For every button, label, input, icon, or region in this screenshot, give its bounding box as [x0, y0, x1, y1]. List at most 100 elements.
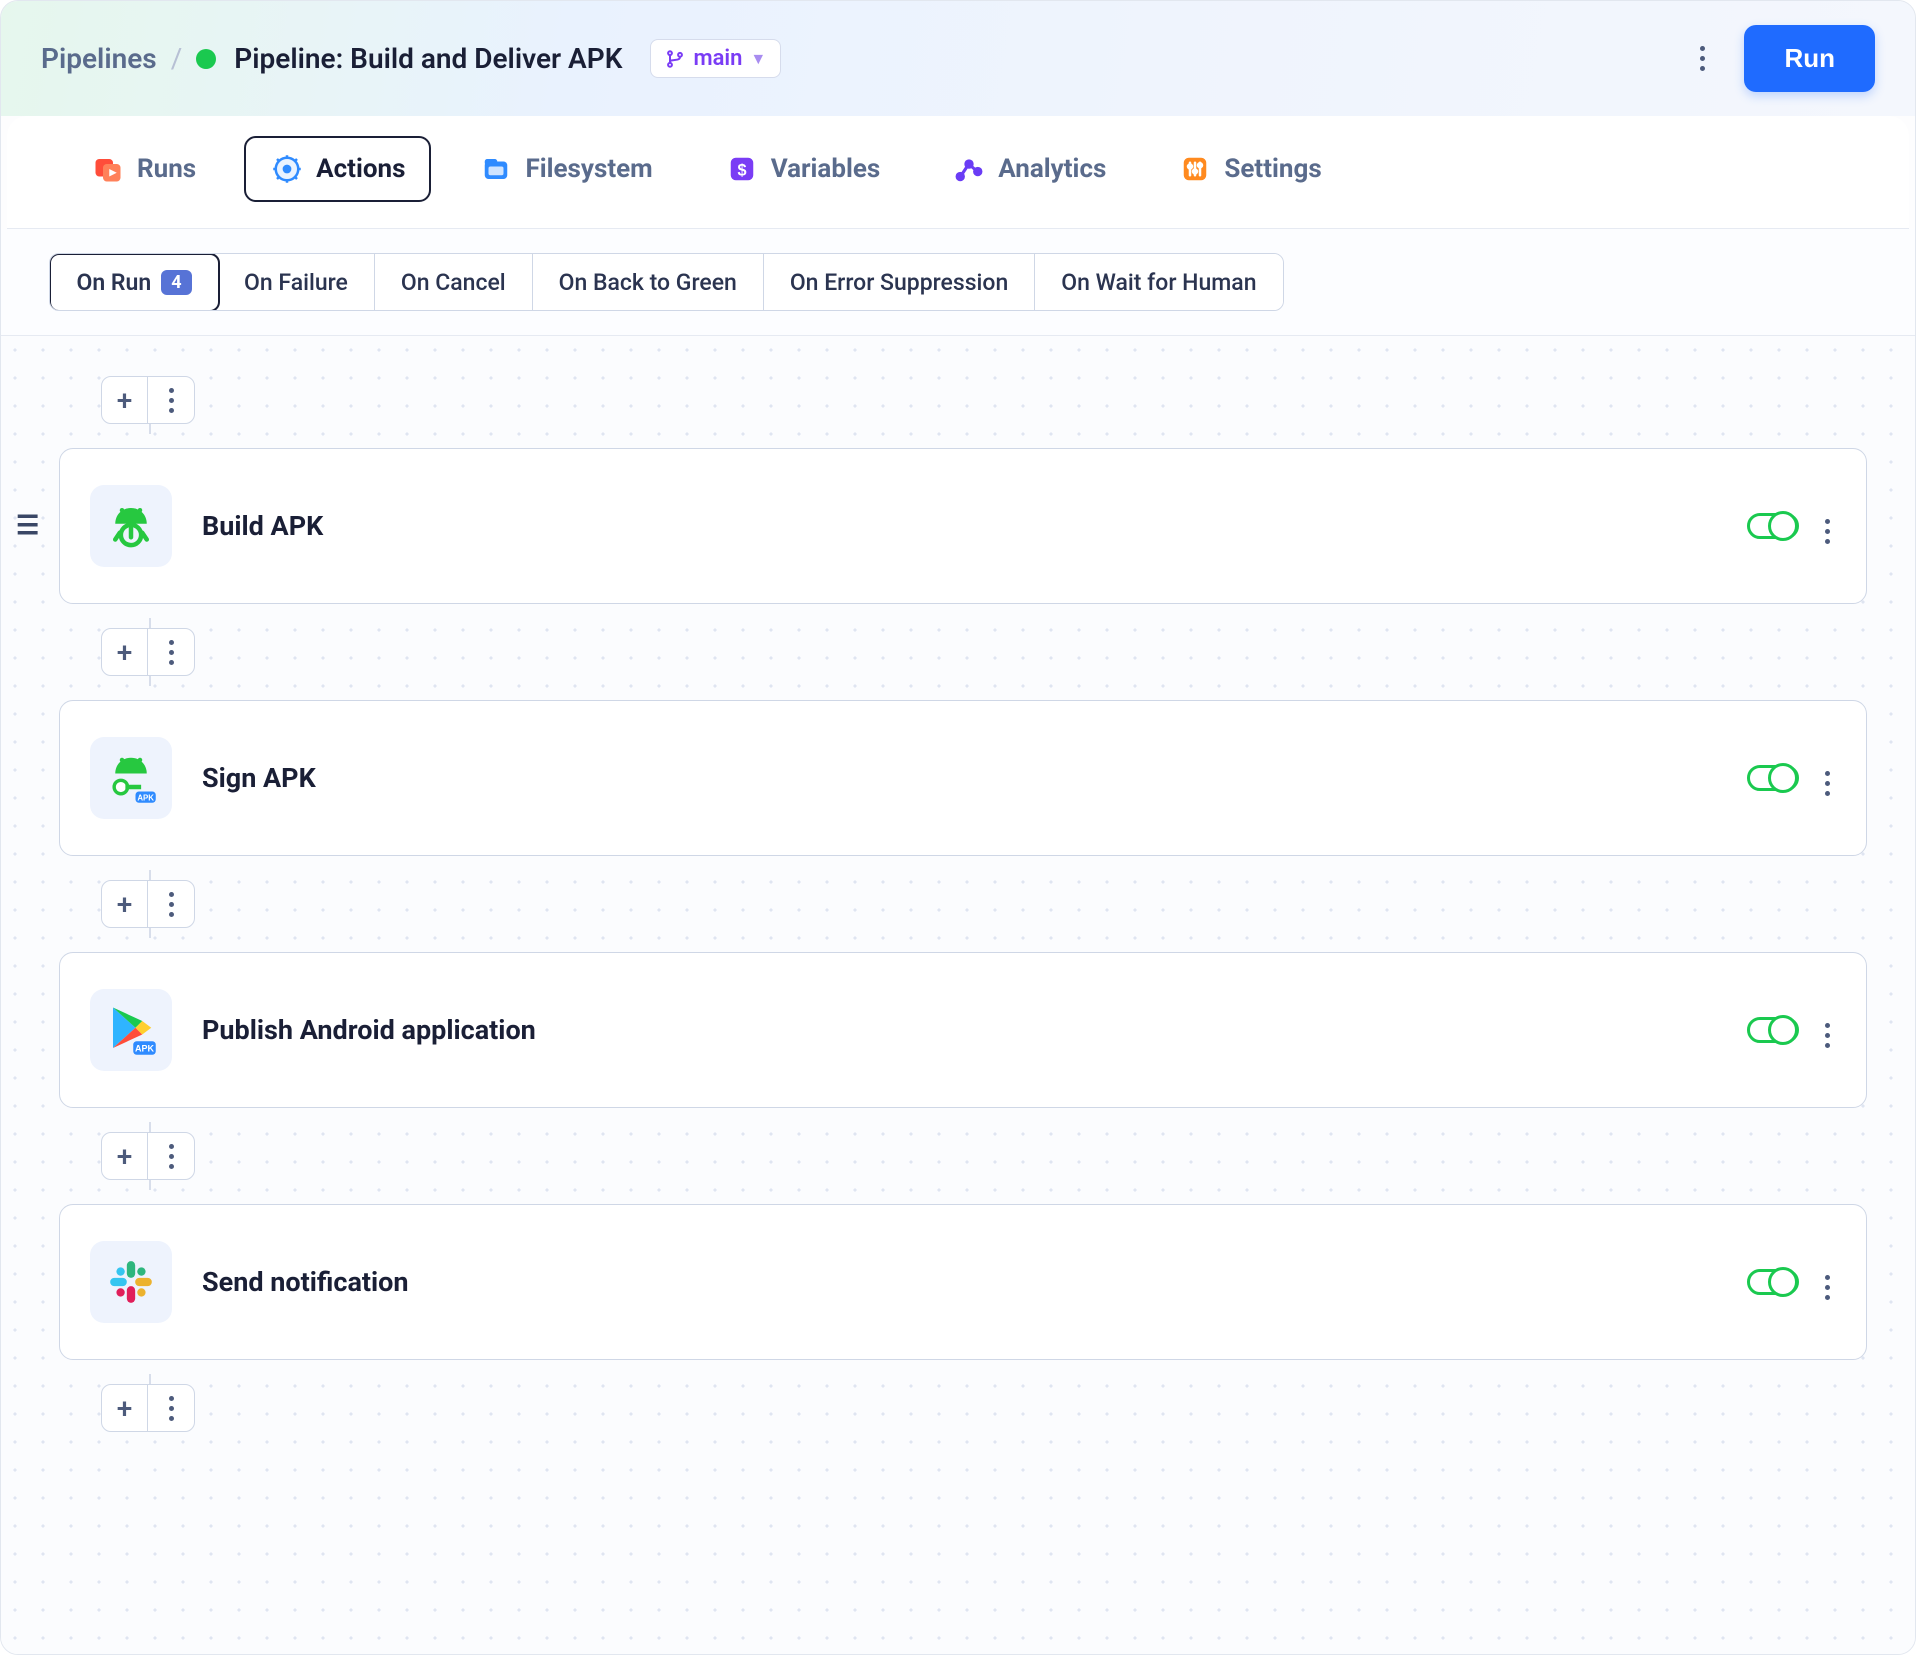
add-action-row: +	[59, 870, 1867, 938]
more-vertical-icon	[1825, 771, 1830, 796]
header: Pipelines / Pipeline: Build and Deliver …	[1, 1, 1915, 116]
event-tab-label: On Run	[77, 269, 152, 296]
add-action-row: +	[59, 618, 1867, 686]
event-tab-label: On Back to Green	[559, 269, 737, 296]
filesystem-icon	[479, 152, 513, 186]
add-action-box: +	[101, 1384, 195, 1432]
action-card[interactable]: Send notification	[59, 1204, 1867, 1360]
breadcrumb-root[interactable]: Pipelines	[41, 42, 157, 75]
app-window: Pipelines / Pipeline: Build and Deliver …	[0, 0, 1916, 1655]
run-button[interactable]: Run	[1744, 25, 1875, 92]
settings-icon	[1178, 152, 1212, 186]
action-card[interactable]: ☰ Build APK	[59, 448, 1867, 604]
add-action-box: +	[101, 628, 195, 676]
more-vertical-icon	[1825, 519, 1830, 544]
action-more-button[interactable]	[1819, 1007, 1836, 1054]
action-enabled-toggle[interactable]	[1747, 513, 1799, 539]
drag-handle-icon[interactable]: ☰	[16, 511, 39, 541]
event-tab-on-error-suppression[interactable]: On Error Suppression	[764, 254, 1035, 310]
tab-label: Settings	[1224, 154, 1321, 184]
add-action-button[interactable]: +	[102, 1133, 148, 1179]
action-title: Send notification	[202, 1266, 1717, 1298]
event-tab-on-wait-for-human[interactable]: On Wait for Human	[1035, 254, 1282, 310]
more-vertical-icon	[1825, 1023, 1830, 1048]
action-enabled-toggle[interactable]	[1747, 1269, 1799, 1295]
event-tab-on-cancel[interactable]: On Cancel	[375, 254, 533, 310]
action-title: Sign APK	[202, 762, 1717, 794]
branch-selector[interactable]: main ▼	[650, 39, 781, 78]
pipeline-title: Pipeline: Build and Deliver APK	[234, 42, 622, 75]
more-vertical-icon	[169, 388, 174, 413]
action-more-button[interactable]	[1819, 503, 1836, 550]
tab-label: Variables	[771, 154, 881, 184]
event-tab-on-failure[interactable]: On Failure	[218, 254, 375, 310]
card-controls	[1747, 503, 1836, 550]
action-enabled-toggle[interactable]	[1747, 1017, 1799, 1043]
action-card[interactable]: APK Sign APK	[59, 700, 1867, 856]
card-controls	[1747, 755, 1836, 802]
add-action-row: +	[59, 1374, 1867, 1442]
event-tab-label: On Wait for Human	[1061, 269, 1256, 296]
add-action-box: +	[101, 880, 195, 928]
action-enabled-toggle[interactable]	[1747, 765, 1799, 791]
event-tabs: On Run 4 On Failure On Cancel On Back to…	[49, 253, 1284, 311]
tab-variables[interactable]: $ Variables	[701, 138, 905, 200]
svg-text:APK: APK	[135, 1043, 155, 1053]
branch-icon	[665, 49, 685, 69]
action-flow: + ☰	[59, 366, 1867, 1442]
action-icon-slack	[90, 1241, 172, 1323]
add-action-box: +	[101, 376, 195, 424]
header-more-button[interactable]	[1676, 33, 1728, 85]
card-controls	[1747, 1007, 1836, 1054]
action-icon-android-build	[90, 485, 172, 567]
add-action-more-button[interactable]	[148, 1385, 194, 1431]
tab-label: Runs	[137, 154, 196, 184]
variables-icon: $	[725, 152, 759, 186]
tab-runs[interactable]: Runs	[67, 138, 220, 200]
card-controls	[1747, 1259, 1836, 1306]
runs-icon	[91, 152, 125, 186]
add-action-more-button[interactable]	[148, 881, 194, 927]
more-vertical-icon	[169, 1396, 174, 1421]
event-tab-label: On Error Suppression	[790, 269, 1008, 296]
add-action-button[interactable]: +	[102, 1385, 148, 1431]
breadcrumb: Pipelines / Pipeline: Build and Deliver …	[41, 39, 781, 78]
action-more-button[interactable]	[1819, 1259, 1836, 1306]
breadcrumb-separator: /	[171, 42, 183, 75]
add-action-button[interactable]: +	[102, 881, 148, 927]
tab-analytics[interactable]: Analytics	[928, 138, 1130, 200]
more-vertical-icon	[169, 1144, 174, 1169]
action-icon-android-sign: APK	[90, 737, 172, 819]
svg-text:APK: APK	[137, 794, 154, 803]
branch-label: main	[693, 46, 742, 71]
add-action-row: +	[59, 366, 1867, 434]
actions-icon	[270, 152, 304, 186]
add-action-button[interactable]: +	[102, 629, 148, 675]
analytics-icon	[952, 152, 986, 186]
svg-text:$: $	[737, 161, 746, 179]
event-tab-on-back-to-green[interactable]: On Back to Green	[533, 254, 764, 310]
pipeline-canvas[interactable]: + ☰	[1, 336, 1915, 1654]
add-action-row: +	[59, 1122, 1867, 1190]
action-icon-play-store: APK	[90, 989, 172, 1071]
action-title: Build APK	[202, 510, 1717, 542]
action-card[interactable]: APK Publish Android application	[59, 952, 1867, 1108]
event-tab-badge: 4	[161, 270, 191, 295]
add-action-more-button[interactable]	[148, 629, 194, 675]
more-vertical-icon	[1700, 46, 1705, 71]
tab-label: Actions	[316, 154, 405, 184]
tab-settings[interactable]: Settings	[1154, 138, 1345, 200]
add-action-button[interactable]: +	[102, 377, 148, 423]
add-action-box: +	[101, 1132, 195, 1180]
event-tabs-wrap: On Run 4 On Failure On Cancel On Back to…	[1, 229, 1915, 336]
action-more-button[interactable]	[1819, 755, 1836, 802]
tab-filesystem[interactable]: Filesystem	[455, 138, 676, 200]
add-action-more-button[interactable]	[148, 377, 194, 423]
status-dot-icon	[196, 49, 216, 69]
add-action-more-button[interactable]	[148, 1133, 194, 1179]
more-vertical-icon	[169, 892, 174, 917]
event-tab-on-run[interactable]: On Run 4	[49, 253, 220, 311]
tab-actions[interactable]: Actions	[244, 136, 431, 202]
more-vertical-icon	[1825, 1275, 1830, 1300]
tabs-bar: Runs Actions Filesystem $ Variables Anal…	[7, 116, 1909, 229]
